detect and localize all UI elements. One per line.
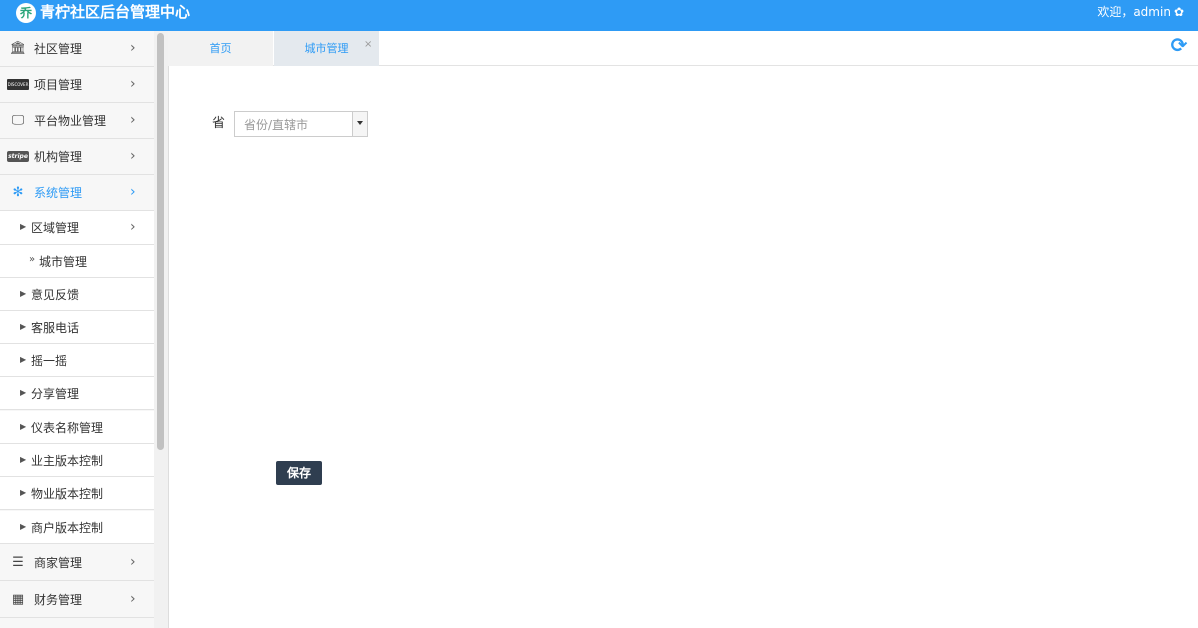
sidebar-sub-label: 分享管理 <box>31 387 80 401</box>
caret-right-icon: ▶ <box>20 289 27 298</box>
sidebar-sub-label: 商户版本控制 <box>31 521 104 535</box>
sidebar-sub-label: 城市管理 <box>39 255 88 269</box>
save-button[interactable]: 保存 <box>276 461 322 485</box>
sidebar-sub-city[interactable]: » 城市管理 <box>0 245 154 278</box>
sidebar-sub-region[interactable]: ▶ 区域管理 › <box>0 211 154 245</box>
sidebar-item-property[interactable]: 🖵 平台物业管理 › <box>0 103 154 139</box>
chevron-right-icon: › <box>130 591 136 607</box>
credit-card-icon: DISCOVER <box>7 77 29 93</box>
caret-right-icon: ▶ <box>20 355 27 364</box>
sidebar-item-label: 平台物业管理 <box>34 114 107 128</box>
sidebar-item-label: 系统管理 <box>34 186 83 200</box>
caret-right-icon: ▶ <box>20 322 27 331</box>
caret-right-icon: ▶ <box>20 388 27 397</box>
gear-icon[interactable]: ✿ <box>1174 5 1184 19</box>
calculator-icon: ▦ <box>11 592 25 607</box>
sidebar-sub-label: 区域管理 <box>31 221 80 235</box>
sidebar-item-system[interactable]: ✻ 系统管理 › <box>0 175 154 211</box>
sidebar-sub-owner-version[interactable]: ▶ 业主版本控制 <box>0 444 154 477</box>
chevron-right-icon: › <box>130 184 136 200</box>
sidebar-item-label: 社区管理 <box>34 42 83 56</box>
caret-right-icon: ▶ <box>20 522 27 531</box>
sidebar-sub-label: 仪表名称管理 <box>31 421 104 435</box>
bank-icon: 🏛 <box>9 41 27 56</box>
monitor-icon: 🖵 <box>11 113 25 128</box>
sidebar-item-label: 机构管理 <box>34 150 83 164</box>
caret-right-icon: ▶ <box>20 222 27 231</box>
chevron-right-icon: › <box>130 148 136 164</box>
sidebar-sub-label: 客服电话 <box>31 321 80 335</box>
sidebar-item-community[interactable]: 🏛 社区管理 › <box>0 31 154 67</box>
sidebar-item-project[interactable]: DISCOVER 项目管理 › <box>0 67 154 103</box>
sidebar-sub-service-phone[interactable]: ▶ 客服电话 <box>0 311 154 344</box>
caret-right-icon: ▶ <box>20 422 27 431</box>
sidebar-sub-meter-name[interactable]: ▶ 仪表名称管理 <box>0 411 154 444</box>
sidebar-item-finance[interactable]: ▦ 财务管理 › <box>0 582 154 618</box>
chevron-right-icon: › <box>130 554 136 570</box>
caret-down-icon <box>357 121 363 125</box>
sidebar-sub-feedback[interactable]: ▶ 意见反馈 <box>0 278 154 311</box>
close-icon[interactable]: × <box>364 40 372 50</box>
sidebar-sub-merchant-version[interactable]: ▶ 商户版本控制 <box>0 511 154 544</box>
chevron-right-icon: › <box>130 76 136 92</box>
province-select[interactable]: 省份/直辖市 <box>234 111 368 137</box>
stripe-icon: stripe <box>7 151 29 162</box>
refresh-icon[interactable]: ⟳ <box>1169 35 1189 55</box>
caret-right-icon: ▶ <box>20 488 27 497</box>
sidebar-item-label: 财务管理 <box>34 593 83 607</box>
chevron-right-icon: › <box>130 219 136 235</box>
sidebar-sub-shake[interactable]: ▶ 摇一摇 <box>0 344 154 377</box>
sidebar-sub-label: 摇一摇 <box>31 354 68 368</box>
dropdown-button[interactable] <box>352 112 367 136</box>
logo-icon: 乔 <box>16 3 36 23</box>
sidebar-sub-label: 物业版本控制 <box>31 487 104 501</box>
content-divider <box>168 66 169 628</box>
double-chevron-icon: » <box>29 254 36 265</box>
welcome-text: 欢迎，admin <box>1097 5 1171 19</box>
app-title: 青柠社区后台管理中心 <box>40 3 191 21</box>
sidebar-scroll-thumb[interactable] <box>157 33 164 450</box>
list-icon: ☰ <box>12 555 24 570</box>
sidebar-item-institution[interactable]: stripe 机构管理 › <box>0 139 154 175</box>
caret-right-icon: ▶ <box>20 455 27 464</box>
sidebar-item-label: 商家管理 <box>34 556 83 570</box>
sidebar: 🏛 社区管理 › DISCOVER 项目管理 › 🖵 平台物业管理 › stri… <box>0 31 154 628</box>
province-label: 省 <box>212 116 226 131</box>
sidebar-item-label: 项目管理 <box>34 78 83 92</box>
sidebar-sub-property-version[interactable]: ▶ 物业版本控制 <box>0 477 154 510</box>
chevron-right-icon: › <box>130 112 136 128</box>
sidebar-item-merchant[interactable]: ☰ 商家管理 › <box>0 545 154 581</box>
sidebar-sub-label: 业主版本控制 <box>31 454 104 468</box>
tab-bar: 首页 城市管理 × <box>168 31 1198 66</box>
user-menu[interactable]: 欢迎，admin ✿ <box>1097 5 1184 19</box>
tab-home[interactable]: 首页 <box>168 31 273 66</box>
top-header: 乔 青柠社区后台管理中心 欢迎，admin ✿ <box>0 0 1198 31</box>
sidebar-sub-share[interactable]: ▶ 分享管理 <box>0 377 154 410</box>
chevron-right-icon: › <box>130 40 136 56</box>
yelp-icon: ✻ <box>12 185 24 200</box>
sidebar-sub-label: 意见反馈 <box>31 288 80 302</box>
province-placeholder: 省份/直辖市 <box>244 118 309 132</box>
